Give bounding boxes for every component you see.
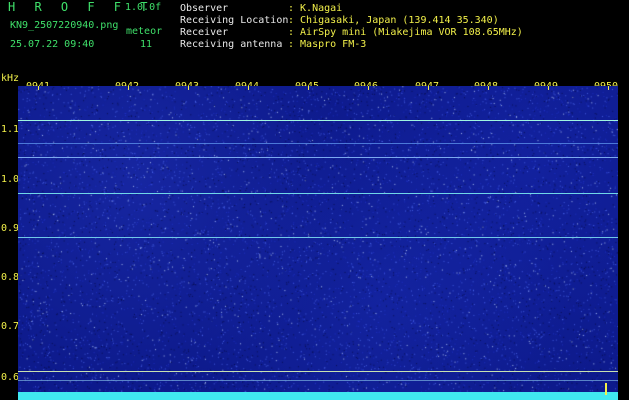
carrier-line	[18, 380, 618, 381]
axis-unit: kHz	[1, 73, 20, 84]
file-name: KN9_2507220940.png	[10, 20, 119, 31]
minute-tick	[248, 86, 249, 90]
minute-tick	[548, 86, 549, 90]
minute-tick	[128, 86, 129, 90]
info-antenna-value: : Maspro FM-3	[288, 39, 367, 50]
spectrogram	[18, 86, 618, 400]
meteor-count: 11	[140, 39, 153, 50]
info-receiver-value: : AirSpy mini (Miakejima VOR 108.65MHz)	[288, 27, 523, 38]
y-tick-label: 0.9	[1, 223, 20, 234]
date-time: 25.07.22 09:40	[10, 39, 95, 50]
info-observer-label: Observer	[180, 3, 229, 14]
minute-tick	[368, 86, 369, 90]
y-tick-label: 1.0	[1, 174, 20, 185]
info-receiver-label: Receiver	[180, 27, 229, 38]
y-tick-label: 1.1	[1, 124, 20, 135]
time-marker	[605, 383, 607, 395]
info-location-label: Receiving Location	[180, 15, 289, 26]
minute-tick	[608, 86, 609, 90]
carrier-line	[18, 120, 618, 121]
minute-tick	[38, 86, 39, 90]
minute-tick	[188, 86, 189, 90]
info-observer-value: : K.Nagai	[288, 3, 343, 14]
carrier-line	[18, 143, 618, 144]
minute-tick	[428, 86, 429, 90]
carrier-line	[18, 237, 618, 238]
y-tick-label: 0.6	[1, 372, 20, 383]
carrier-line	[18, 193, 618, 194]
y-tick-label: 0.8	[1, 272, 20, 283]
info-antenna-label: Receiving antenna	[180, 39, 283, 50]
carrier-line	[18, 371, 618, 372]
meteor-label: meteor	[126, 26, 163, 37]
spectrogram-noise	[18, 86, 618, 400]
y-tick-label: 0.7	[1, 321, 20, 332]
carrier-line	[18, 157, 618, 158]
minute-tick	[488, 86, 489, 90]
minute-tick	[308, 86, 309, 90]
carrier-band	[18, 392, 618, 400]
info-location-value: : Chigasaki, Japan (139.414 35.340)	[288, 15, 499, 26]
version-label: 1.0.0f	[125, 2, 162, 13]
